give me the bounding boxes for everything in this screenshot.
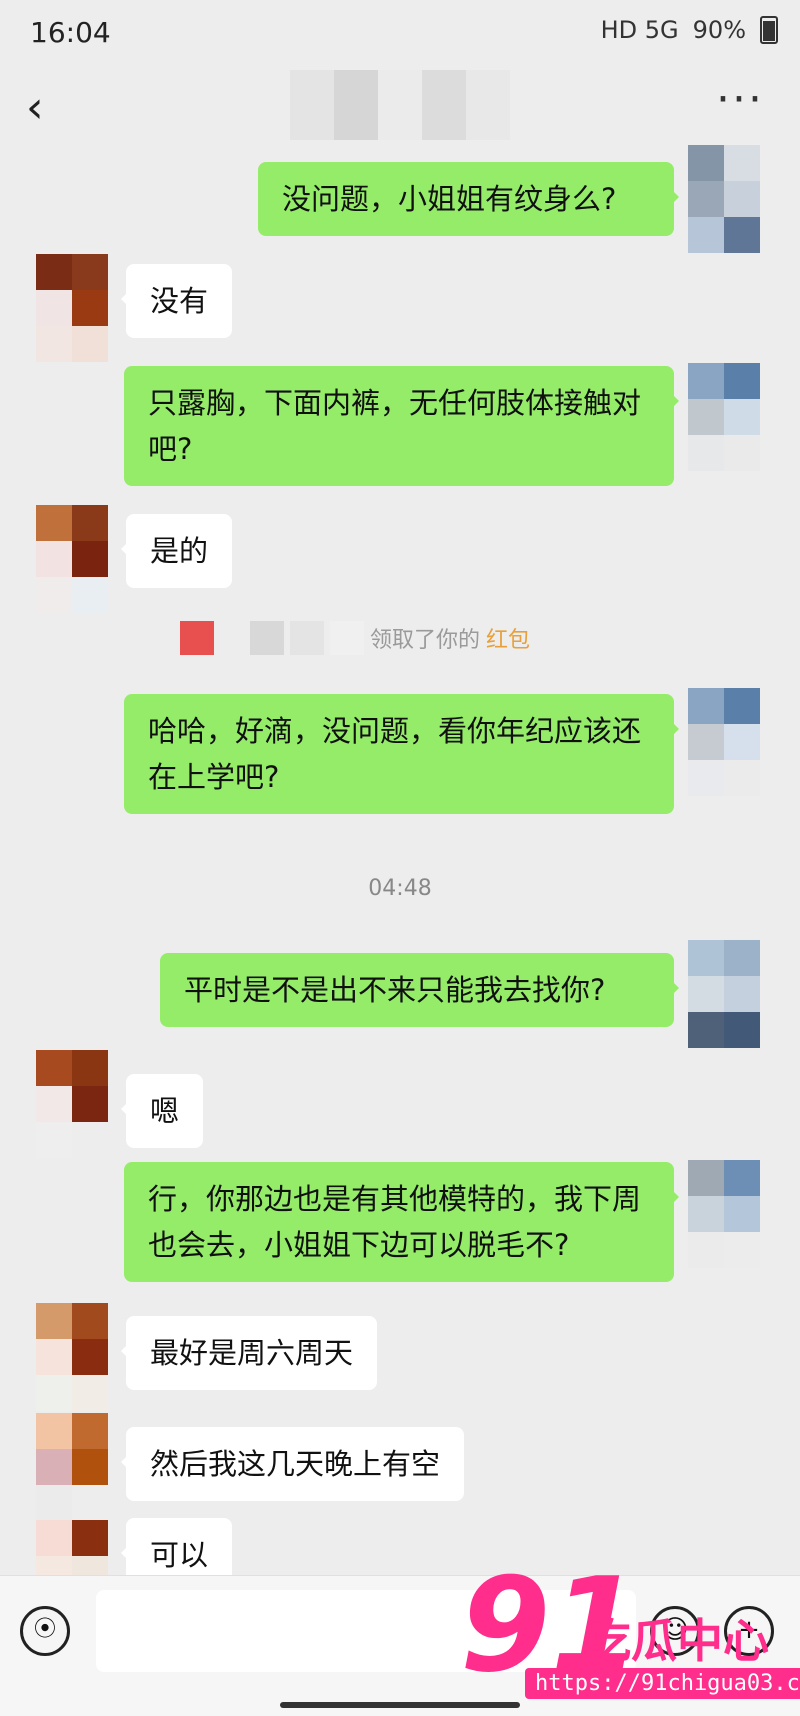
sender-name-mosaic [180,621,214,655]
chevron-left-icon[interactable]: ‹ [26,82,44,133]
message-bubble-sent[interactable]: 哈哈，好滴，没问题，看你年纪应该还在上学吧? [124,694,679,814]
my-avatar[interactable] [688,145,760,253]
status-indicators: HD 5G 90% [601,16,778,44]
message-bubble-received[interactable]: 没有 [120,264,233,338]
status-bar: 16:04 HD 5G 90% [0,0,800,70]
red-packet-notice: 领取了你的 红包 [180,618,530,658]
home-indicator[interactable] [280,1702,520,1708]
contact-avatar[interactable] [36,1050,108,1158]
my-avatar[interactable] [688,1160,760,1268]
watermark-url: https://91chigua03.com [525,1668,800,1699]
battery-icon [760,16,778,44]
battery-percent: 90% [692,16,746,44]
contact-name-mosaic [290,70,510,140]
chat-header: ‹ ··· [0,70,800,140]
message-bubble-sent[interactable]: 平时是不是出不来只能我去找你? [160,953,679,1027]
contact-avatar[interactable] [36,505,108,613]
contact-avatar[interactable] [36,1303,108,1411]
message-bubble-received[interactable]: 最好是周六周天 [120,1316,378,1390]
network-indicators: HD 5G [600,16,679,44]
message-bubble-sent[interactable]: 只露胸，下面内裤，无任何肢体接触对吧? [124,366,679,486]
sender-name-mosaic [250,621,284,655]
message-bubble-received[interactable]: 嗯 [120,1074,204,1148]
chat-timestamp: 04:48 [368,876,432,901]
message-bubble-sent[interactable]: 行，你那边也是有其他模特的，我下周也会去，小姐姐下边可以脱毛不? [124,1162,679,1282]
red-packet-link[interactable]: 红包 [486,622,530,654]
contact-avatar[interactable] [36,1413,108,1521]
red-packet-notice-text: 领取了你的 [370,628,481,653]
voice-icon[interactable]: ⦿ [20,1606,70,1656]
message-bubble-received[interactable]: 是的 [120,514,233,588]
contact-avatar[interactable] [36,254,108,362]
my-avatar[interactable] [688,688,760,796]
more-dots-icon[interactable]: ··· [716,74,764,125]
sender-name-mosaic [330,621,364,655]
watermark-logo-name: 吃瓜中心 [585,1614,769,1668]
my-avatar[interactable] [688,940,760,1048]
message-bubble-sent[interactable]: 没问题，小姐姐有纹身么? [258,162,679,236]
message-bubble-received[interactable]: 然后我这几天晚上有空 [120,1427,465,1501]
status-time: 16:04 [30,16,111,49]
sender-name-mosaic [290,621,324,655]
my-avatar[interactable] [688,363,760,471]
